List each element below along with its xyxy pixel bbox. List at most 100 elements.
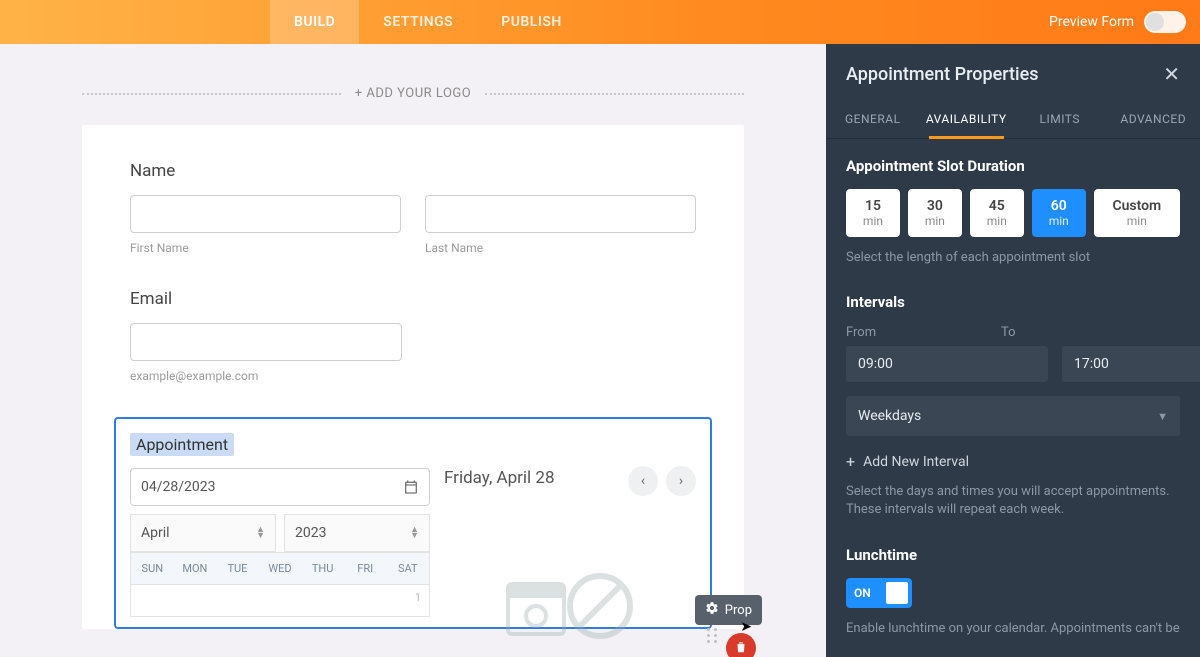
- duration-option-number: 30: [927, 198, 943, 214]
- close-icon: ✕: [1163, 62, 1180, 86]
- duration-heading: Appointment Slot Duration: [846, 157, 1180, 175]
- tab-settings[interactable]: SETTINGS: [359, 0, 477, 44]
- calendar-cell[interactable]: [216, 585, 259, 616]
- duration-option-number: 60: [1051, 198, 1067, 214]
- duration-option-60[interactable]: 60 min: [1032, 189, 1086, 237]
- first-name-input[interactable]: [130, 195, 401, 233]
- element-properties-label: Prop: [725, 603, 752, 618]
- chevron-updown-icon: ▲▼: [256, 527, 265, 539]
- email-input[interactable]: [130, 323, 402, 361]
- lunchtime-toggle-label: ON: [854, 586, 871, 600]
- duration-options: 15 min 30 min 45 min 60 min Custom min: [846, 189, 1180, 237]
- interval-days-select[interactable]: Weekdays ▼: [846, 396, 1180, 436]
- name-field-block[interactable]: Name First Name Last Name: [130, 161, 696, 255]
- day-slots-panel: Friday, April 28 ‹ ›: [444, 468, 696, 617]
- calendar-cell[interactable]: [344, 585, 387, 616]
- appointment-label: Appointment: [130, 433, 234, 456]
- weekday-label: MON: [174, 553, 217, 584]
- chevron-right-icon: ›: [679, 473, 683, 489]
- calendar-row: 1: [130, 585, 430, 617]
- duration-option-15[interactable]: 15 min: [846, 189, 900, 237]
- trash-icon: [734, 639, 748, 657]
- panel-tab-availability[interactable]: AVAILABILITY: [920, 100, 1014, 138]
- calendar-cell[interactable]: [259, 585, 302, 616]
- calendar-cell[interactable]: 1: [386, 585, 429, 616]
- duration-option-unit: min: [987, 214, 1007, 228]
- lunchtime-heading: Lunchtime: [846, 546, 1180, 564]
- chevron-down-icon: ▼: [1157, 410, 1168, 423]
- duration-option-30[interactable]: 30 min: [908, 189, 962, 237]
- weekday-label: SAT: [386, 553, 429, 584]
- calendar-cell[interactable]: [301, 585, 344, 616]
- tab-build[interactable]: BUILD: [270, 0, 359, 44]
- form-canvas: + ADD YOUR LOGO Name First Name Last Nam…: [0, 44, 826, 657]
- form-card: Name First Name Last Name Email example@…: [82, 125, 744, 629]
- properties-panel: Appointment Properties ✕ GENERAL AVAILAB…: [826, 44, 1200, 657]
- close-panel-button[interactable]: ✕: [1163, 62, 1180, 86]
- interval-from-label: From: [846, 325, 987, 340]
- weekday-label: TUE: [216, 553, 259, 584]
- delete-element-button[interactable]: [726, 633, 756, 657]
- prev-day-button[interactable]: ‹: [628, 466, 658, 496]
- add-logo-button[interactable]: + ADD YOUR LOGO: [355, 86, 471, 101]
- duration-hint: Select the length of each appointment sl…: [846, 249, 1180, 267]
- duration-option-unit: min: [925, 214, 945, 228]
- weekday-label: FRI: [344, 553, 387, 584]
- divider: [82, 93, 341, 95]
- panel-tab-limits[interactable]: LIMITS: [1013, 100, 1107, 138]
- preview-form-toggle[interactable]: [1144, 11, 1186, 33]
- interval-to-input[interactable]: [1062, 346, 1200, 382]
- drag-handle-icon[interactable]: [707, 628, 718, 643]
- last-name-input[interactable]: [425, 195, 696, 233]
- calendar-cell[interactable]: [131, 585, 174, 616]
- email-hint: example@example.com: [130, 369, 402, 383]
- weekday-label: WED: [259, 553, 302, 584]
- add-new-interval-button[interactable]: + Add New Interval: [846, 452, 1180, 471]
- panel-tabs: GENERAL AVAILABILITY LIMITS ADVANCED: [826, 100, 1200, 139]
- add-new-interval-label: Add New Interval: [863, 454, 969, 470]
- email-label: Email: [130, 289, 402, 309]
- intervals-hint: Select the days and times you will accep…: [846, 483, 1180, 519]
- panel-tab-general[interactable]: GENERAL: [826, 100, 920, 138]
- interval-days-value: Weekdays: [858, 408, 921, 424]
- month-value: April: [141, 525, 170, 541]
- month-stepper[interactable]: April ▲▼: [130, 514, 276, 552]
- appointment-field-block[interactable]: Appointment 04/28/2023 April ▲▼: [114, 417, 712, 629]
- chevron-updown-icon: ▲▼: [410, 527, 419, 539]
- duration-option-number: 15: [865, 198, 881, 214]
- top-bar: BUILD SETTINGS PUBLISH Preview Form: [0, 0, 1200, 44]
- calendar-cell[interactable]: [174, 585, 217, 616]
- date-input[interactable]: 04/28/2023: [130, 468, 430, 506]
- duration-option-unit: min: [863, 214, 883, 228]
- panel-title: Appointment Properties: [846, 64, 1039, 85]
- date-value: 04/28/2023: [141, 479, 216, 495]
- duration-option-number: Custom: [1112, 198, 1161, 214]
- first-name-sublabel: First Name: [130, 241, 401, 255]
- weekday-label: THU: [301, 553, 344, 584]
- gear-icon: [705, 601, 719, 619]
- panel-tab-advanced[interactable]: ADVANCED: [1107, 100, 1200, 138]
- plus-icon: +: [846, 452, 855, 471]
- last-name-sublabel: Last Name: [425, 241, 696, 255]
- preview-form-toggle-group: Preview Form: [1049, 0, 1186, 44]
- interval-from-input[interactable]: [846, 346, 1048, 382]
- add-logo-row: + ADD YOUR LOGO: [82, 86, 744, 101]
- email-field-block[interactable]: Email example@example.com: [130, 289, 402, 383]
- lunchtime-hint: Enable lunchtime on your calendar. Appoi…: [846, 620, 1180, 638]
- no-slots-icon: [500, 564, 640, 654]
- preview-form-label: Preview Form: [1049, 14, 1134, 30]
- duration-option-number: 45: [989, 198, 1005, 214]
- next-day-button[interactable]: ›: [666, 466, 696, 496]
- cursor-icon: ➤: [740, 619, 752, 635]
- duration-option-custom[interactable]: Custom min: [1094, 189, 1180, 237]
- duration-option-unit: min: [1127, 214, 1147, 228]
- intervals-heading: Intervals: [846, 293, 1180, 311]
- calendar-icon: [403, 479, 419, 495]
- year-stepper[interactable]: 2023 ▲▼: [284, 514, 430, 552]
- tab-publish[interactable]: PUBLISH: [477, 0, 586, 44]
- interval-to-label: To: [1001, 325, 1142, 340]
- name-label: Name: [130, 161, 696, 181]
- lunchtime-toggle[interactable]: ON: [846, 578, 912, 608]
- weekday-header: SUN MON TUE WED THU FRI SAT: [130, 553, 430, 585]
- duration-option-45[interactable]: 45 min: [970, 189, 1024, 237]
